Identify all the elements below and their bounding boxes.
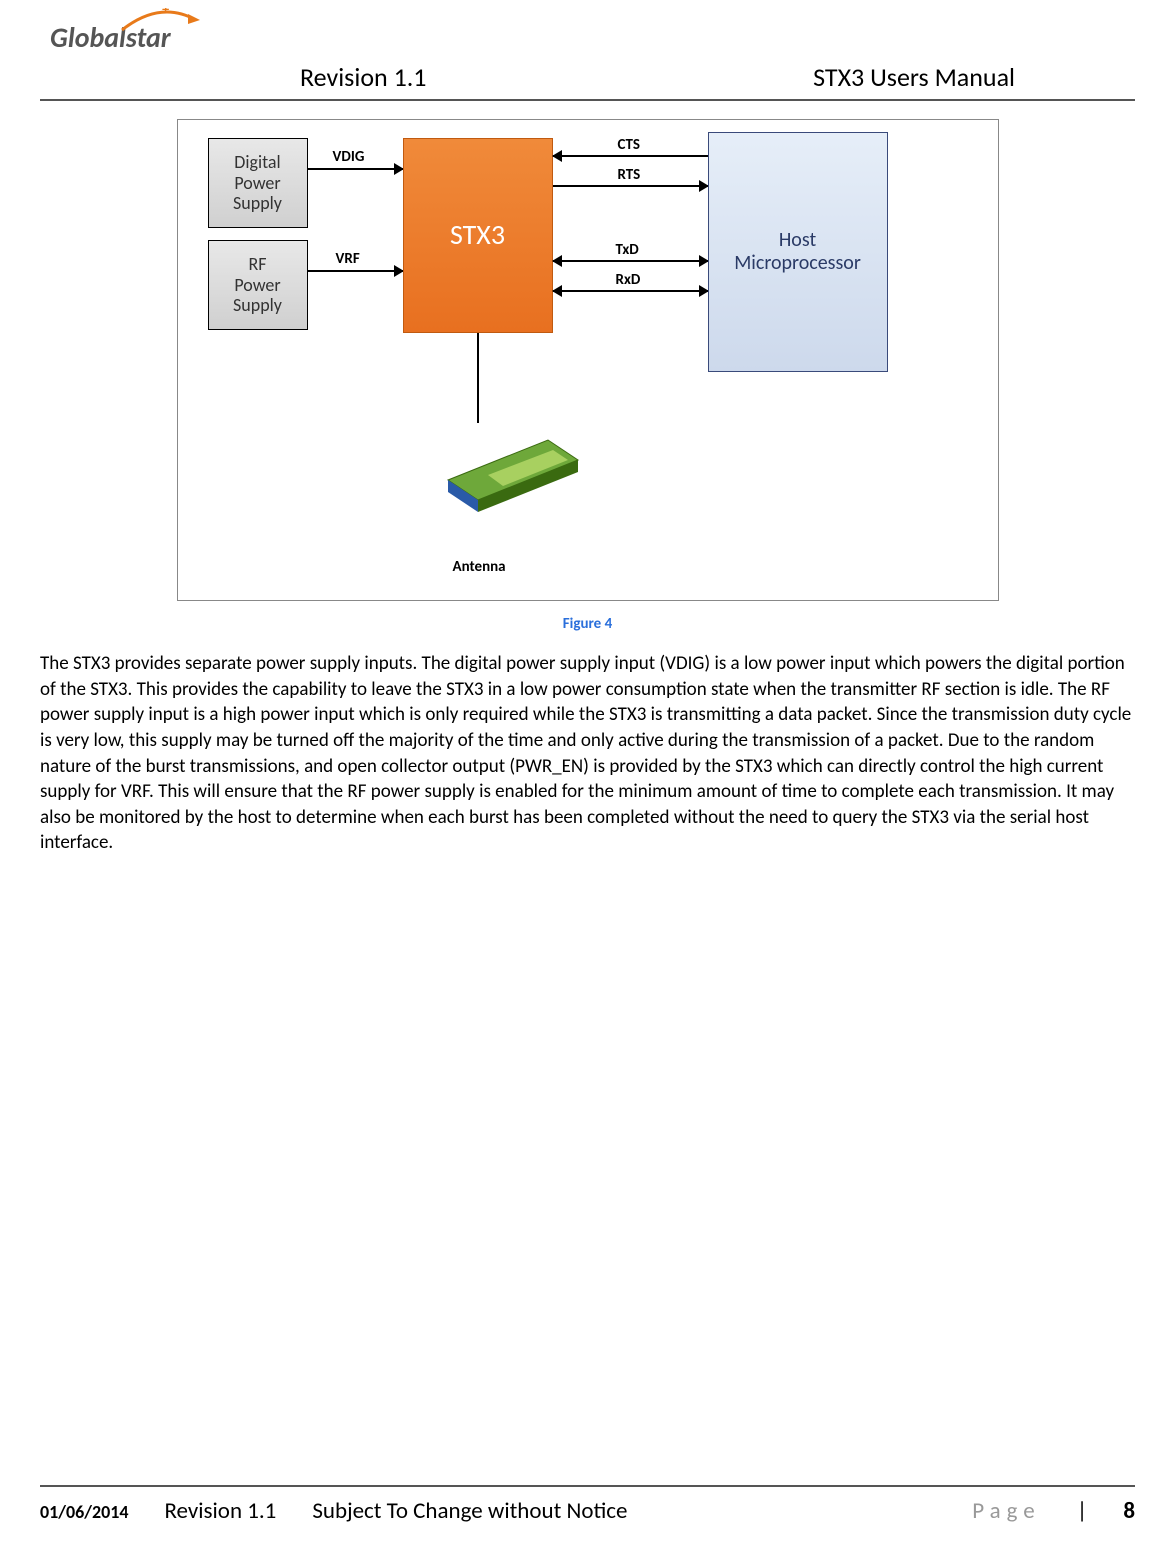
svg-text:+: + bbox=[162, 8, 169, 18]
footer-page-number: 8 bbox=[1123, 1497, 1135, 1525]
logo: Globalstar + bbox=[40, 20, 171, 55]
vdig-label: VDIG bbox=[333, 148, 365, 166]
host-block: Host Microprocessor bbox=[708, 132, 888, 372]
header-title: STX3 Users Manual bbox=[813, 61, 1015, 93]
header-revision: Revision 1.1 bbox=[300, 61, 426, 93]
rf-power-supply-block: RF Power Supply bbox=[208, 240, 308, 330]
rts-label: RTS bbox=[618, 166, 641, 184]
footer: 01/06/2014 Revision 1.1 Subject To Chang… bbox=[40, 1485, 1135, 1550]
txd-arrow bbox=[553, 260, 708, 262]
footer-revision: Revision 1.1 bbox=[164, 1497, 276, 1525]
rxd-label: RxD bbox=[616, 271, 641, 289]
cts-label: CTS bbox=[618, 136, 640, 154]
block-diagram: Digital Power Supply RF Power Supply VDI… bbox=[177, 119, 999, 601]
footer-date: 01/06/2014 bbox=[40, 1501, 128, 1523]
stx3-block: STX3 bbox=[403, 138, 553, 333]
rxd-arrow bbox=[553, 290, 708, 292]
txd-label: TxD bbox=[616, 241, 639, 259]
vrf-label: VRF bbox=[336, 250, 360, 268]
footer-notice: Subject To Change without Notice bbox=[312, 1497, 627, 1525]
footer-divider bbox=[40, 1485, 1135, 1487]
header-divider bbox=[40, 99, 1135, 101]
cts-arrow bbox=[553, 155, 708, 157]
footer-page-label: Page bbox=[972, 1497, 1040, 1525]
vrf-arrow bbox=[308, 270, 403, 272]
digital-power-supply-block: Digital Power Supply bbox=[208, 138, 308, 228]
rts-arrow bbox=[553, 185, 708, 187]
antenna-icon bbox=[428, 400, 598, 540]
vdig-arrow bbox=[308, 168, 403, 170]
footer-page-sep: | bbox=[1077, 1497, 1088, 1525]
antenna-label: Antenna bbox=[453, 558, 506, 576]
figure-caption: Figure 4 bbox=[40, 615, 1135, 633]
logo-swoosh-icon: + bbox=[120, 8, 200, 38]
body-paragraph: The STX3 provides separate power supply … bbox=[40, 651, 1135, 856]
